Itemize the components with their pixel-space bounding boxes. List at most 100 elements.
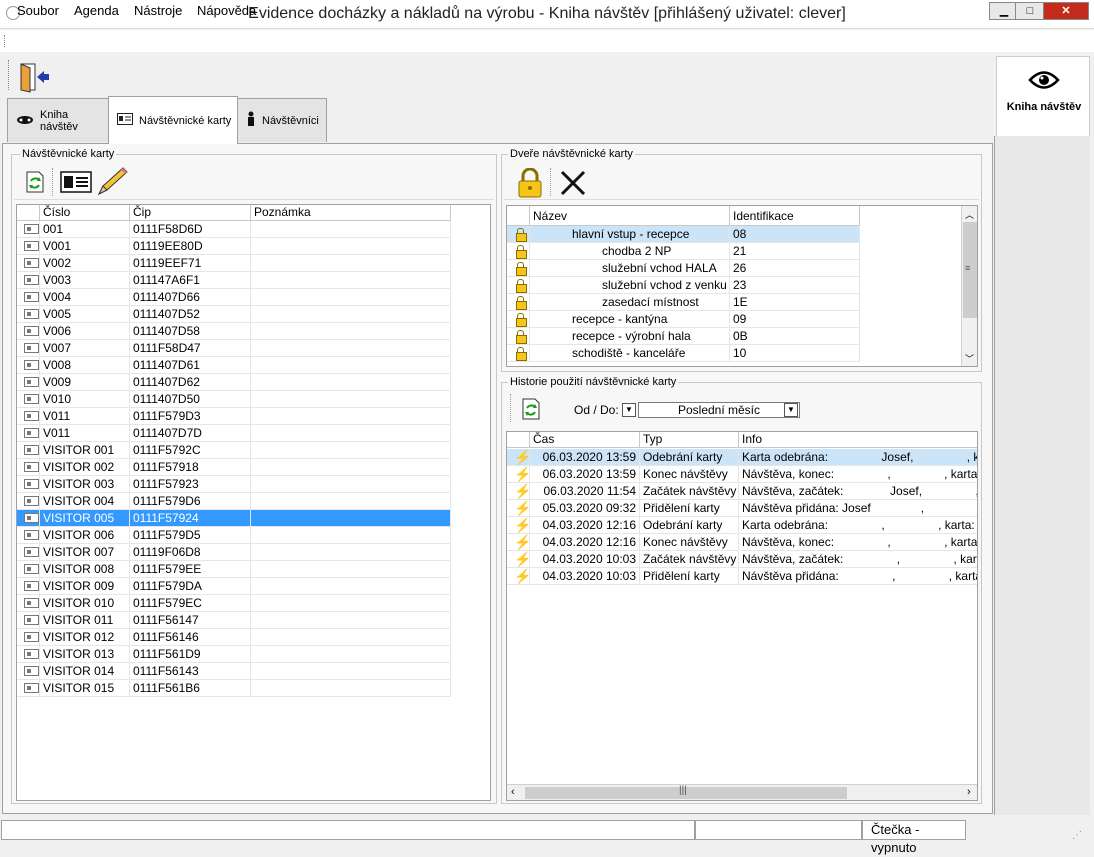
menu-napoveda[interactable]: Nápověda bbox=[197, 3, 256, 18]
chevron-down-icon[interactable]: ▼ bbox=[784, 403, 798, 417]
scroll-down-icon[interactable]: ﹀ bbox=[965, 352, 974, 365]
scroll-right-icon[interactable]: › bbox=[967, 786, 971, 798]
tab-kniha-navstev[interactable]: Kniha návštěv bbox=[7, 98, 109, 142]
col-header-typ[interactable]: Typ bbox=[640, 432, 739, 448]
lock-icon[interactable] bbox=[516, 167, 544, 198]
nav-kniha-navstev[interactable]: Kniha návštěv bbox=[996, 56, 1090, 138]
table-row[interactable]: VISITOR 014 0111F56143 bbox=[17, 663, 451, 680]
range-from-dropdown[interactable]: ▼ bbox=[622, 403, 636, 417]
exit-door-icon[interactable] bbox=[17, 61, 51, 93]
refresh-icon[interactable] bbox=[518, 396, 544, 422]
cell-poznamka bbox=[251, 255, 451, 272]
table-row[interactable]: ⚡ 06.03.2020 13:59 Odebrání karty Karta ode… bbox=[507, 449, 977, 466]
table-row[interactable]: V010 0111407D50 bbox=[17, 391, 451, 408]
table-row[interactable]: VISITOR 004 0111F579D6 bbox=[17, 493, 451, 510]
cell-poznamka bbox=[251, 629, 451, 646]
table-row[interactable]: služební vchod z venku 23 bbox=[507, 277, 860, 294]
scroll-left-icon[interactable]: ‹ bbox=[511, 786, 515, 798]
table-row[interactable]: V004 0111407D66 bbox=[17, 289, 451, 306]
table-row[interactable]: VISITOR 009 0111F579DA bbox=[17, 578, 451, 595]
table-row[interactable]: VISITOR 008 0111F579EE bbox=[17, 561, 451, 578]
table-row[interactable]: V006 0111407D58 bbox=[17, 323, 451, 340]
maximize-button[interactable]: □ bbox=[1015, 2, 1045, 20]
table-row[interactable]: VISITOR 012 0111F56146 bbox=[17, 629, 451, 646]
history-hscrollbar[interactable]: ‹ ||| › bbox=[507, 784, 977, 800]
table-row[interactable]: VISITOR 013 0111F561D9 bbox=[17, 646, 451, 663]
menu-agenda[interactable]: Agenda bbox=[74, 3, 119, 18]
lightning-icon: ⚡ bbox=[514, 483, 530, 499]
table-row[interactable]: zasedací místnost 1E bbox=[507, 294, 860, 311]
tab-navstevnicke-karty[interactable]: Návštěvnické karty bbox=[108, 96, 238, 144]
menu-soubor[interactable]: Soubor bbox=[17, 3, 59, 18]
table-row[interactable]: V011 0111407D7D bbox=[17, 425, 451, 442]
cell-cip: 0111F579D6 bbox=[130, 493, 251, 510]
scroll-up-icon[interactable]: ︿ bbox=[965, 208, 974, 221]
cell-typ: Přidělení karty bbox=[640, 500, 739, 517]
table-row[interactable]: VISITOR 001 0111F5792C bbox=[17, 442, 451, 459]
table-row[interactable]: VISITOR 005 0111F57924 bbox=[17, 510, 451, 527]
cell-poznamka bbox=[251, 357, 451, 374]
table-row[interactable]: V008 0111407D61 bbox=[17, 357, 451, 374]
col-header-cip[interactable]: Čip bbox=[130, 205, 251, 221]
table-row[interactable]: VISITOR 002 0111F57918 bbox=[17, 459, 451, 476]
table-row[interactable]: VISITOR 003 0111F57923 bbox=[17, 476, 451, 493]
doors-scrollbar[interactable]: ︿ ≡ ﹀ bbox=[961, 206, 977, 366]
table-row[interactable]: V007 0111F58D47 bbox=[17, 340, 451, 357]
table-row[interactable]: V005 0111407D52 bbox=[17, 306, 451, 323]
table-row[interactable]: ⚡ 04.03.2020 12:16 Odebrání karty Karta ode… bbox=[507, 517, 977, 534]
table-row[interactable]: V002 01119EEF71 bbox=[17, 255, 451, 272]
card-icon bbox=[24, 258, 39, 268]
history-panel-title: Historie použití návštěvnické karty bbox=[508, 376, 679, 388]
lightning-icon: ⚡ bbox=[514, 466, 530, 482]
id-card-icon[interactable] bbox=[60, 170, 92, 196]
table-row[interactable]: služební vchod HALA 26 bbox=[507, 260, 860, 277]
table-row[interactable]: recepce - kantýna 09 bbox=[507, 311, 860, 328]
table-row[interactable]: VISITOR 007 01119F06D8 bbox=[17, 544, 451, 561]
table-row[interactable]: 001 0111F58D6D bbox=[17, 221, 451, 238]
table-row[interactable]: ⚡ 04.03.2020 10:03 Začátek návštěvy Návštěv… bbox=[507, 551, 977, 568]
delete-x-icon[interactable] bbox=[560, 170, 586, 196]
table-row[interactable]: V011 0111F579D3 bbox=[17, 408, 451, 425]
resize-grip-icon[interactable]: ⋰ bbox=[1072, 830, 1082, 841]
col-header-identifikace[interactable]: Identifikace bbox=[730, 206, 860, 226]
table-row[interactable]: ⚡ 04.03.2020 12:16 Konec návštěvy Návštěva,… bbox=[507, 534, 977, 551]
card-icon bbox=[24, 343, 39, 353]
col-header-nazev[interactable]: Název bbox=[530, 206, 730, 226]
table-row[interactable]: VISITOR 015 0111F561B6 bbox=[17, 680, 451, 697]
table-row[interactable]: V009 0111407D62 bbox=[17, 374, 451, 391]
refresh-icon[interactable] bbox=[22, 169, 48, 195]
table-row[interactable]: ⚡ 04.03.2020 10:03 Přidělení karty Návštěva… bbox=[507, 568, 977, 585]
cell-poznamka bbox=[251, 306, 451, 323]
table-corner bbox=[507, 206, 530, 226]
table-row[interactable]: VISITOR 006 0111F579D5 bbox=[17, 527, 451, 544]
table-row[interactable]: V001 01119EE80D bbox=[17, 238, 451, 255]
close-button[interactable]: ✕ bbox=[1043, 2, 1089, 20]
table-row[interactable]: ⚡ 06.03.2020 11:54 Začátek návštěvy Návštěv… bbox=[507, 483, 977, 500]
table-row[interactable]: VISITOR 010 0111F579EC bbox=[17, 595, 451, 612]
table-row[interactable]: schodiště - kanceláře 10 bbox=[507, 345, 860, 362]
cell-cislo: VISITOR 014 bbox=[40, 663, 130, 680]
cell-cas: 05.03.2020 09:32 bbox=[530, 500, 640, 517]
col-header-info[interactable]: Info bbox=[739, 432, 977, 448]
menu-nastroje[interactable]: Nástroje bbox=[134, 3, 182, 18]
cell-identifikace: 23 bbox=[730, 277, 860, 294]
col-header-cas[interactable]: Čas bbox=[530, 432, 640, 448]
col-header-cislo[interactable]: Číslo bbox=[40, 205, 130, 221]
cell-cas: 06.03.2020 13:59 bbox=[530, 449, 640, 466]
cell-cislo: V011 bbox=[40, 408, 130, 425]
col-header-poznamka[interactable]: Poznámka bbox=[251, 205, 451, 221]
tab-navstevnici[interactable]: Návštěvníci bbox=[237, 98, 327, 142]
eye-icon bbox=[1028, 69, 1060, 94]
table-row[interactable]: VISITOR 011 0111F56147 bbox=[17, 612, 451, 629]
table-row[interactable]: ⚡ 06.03.2020 13:59 Konec návštěvy Návštěva,… bbox=[507, 466, 977, 483]
range-select-value: Poslední měsíc bbox=[677, 403, 761, 417]
pencil-icon[interactable] bbox=[95, 166, 129, 198]
table-row[interactable]: recepce - výrobní hala 0B bbox=[507, 328, 860, 345]
table-row[interactable]: ⚡ 05.03.2020 09:32 Přidělení karty Návštěva… bbox=[507, 500, 977, 517]
table-row[interactable]: V003 011147A6F1 bbox=[17, 272, 451, 289]
row-card-cell bbox=[17, 323, 40, 340]
card-icon bbox=[24, 360, 39, 370]
table-row[interactable]: hlavní vstup - recepce 08 bbox=[507, 226, 860, 243]
table-row[interactable]: chodba 2 NP 21 bbox=[507, 243, 860, 260]
range-select[interactable]: Poslední měsíc bbox=[638, 402, 800, 418]
